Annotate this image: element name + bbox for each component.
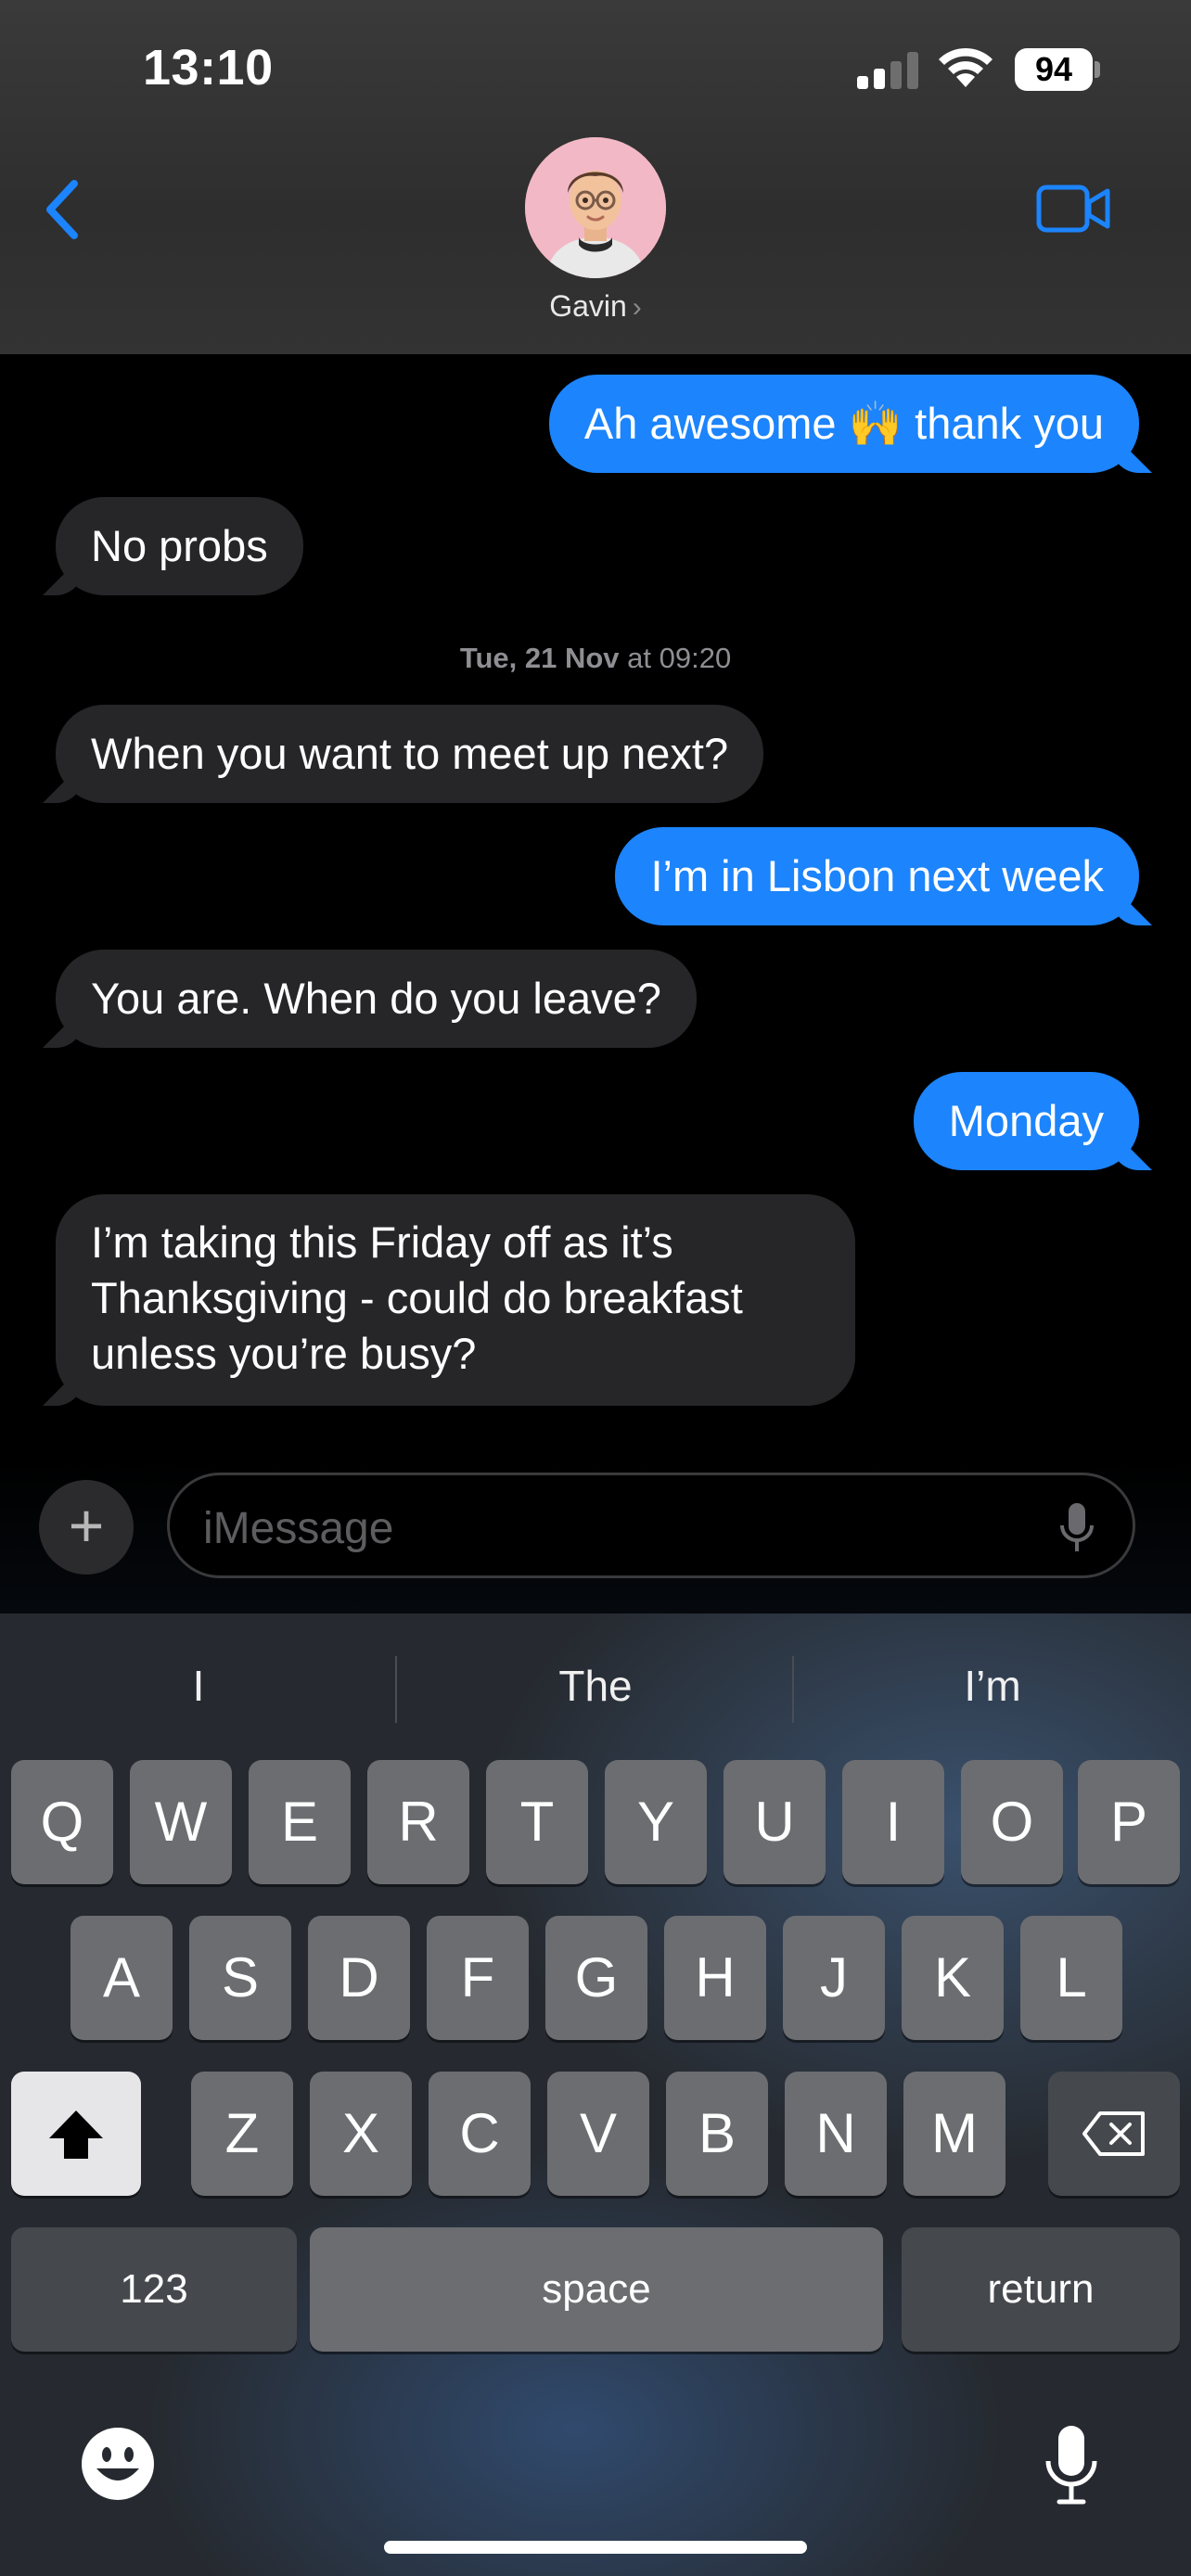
video-camera-icon[interactable] [1035,178,1113,239]
suggestion-1[interactable]: I [0,1649,397,1723]
back-chevron-icon[interactable] [37,174,93,245]
key-v[interactable]: V [547,2072,649,2196]
key-c[interactable]: C [429,2072,531,2196]
key-z[interactable]: Z [191,2072,293,2196]
key-y[interactable]: Y [605,1760,707,1884]
key-q[interactable]: Q [11,1760,113,1884]
key-b[interactable]: B [666,2072,768,2196]
keyboard: I The I’m Q W E R T Y U I O P A S D F G … [0,1613,1191,2576]
timestamp-day: Tue, 21 Nov [459,642,620,674]
message-bubble-outgoing[interactable]: Monday [913,1072,1139,1170]
shift-key[interactable] [11,2072,141,2196]
contact-name: Gavin [549,289,627,323]
status-time: 13:10 [143,40,274,96]
message-thread[interactable]: Ah awesome 🙌 thank you No probs Tue, 21 … [0,354,1191,1458]
key-t[interactable]: T [486,1760,588,1884]
home-indicator[interactable] [384,2541,807,2554]
message-bubble-outgoing[interactable]: Ah awesome 🙌 thank you [548,375,1139,473]
plus-icon[interactable]: + [39,1480,134,1575]
contact-name-button[interactable]: Gavin › [0,289,1191,324]
key-f[interactable]: F [427,1916,529,2040]
backspace-icon [1082,2111,1145,2156]
composer-bar: + iMessage [0,1458,1191,1613]
message-timestamp: Tue, 21 Nov at 09:20 [0,642,1191,675]
key-a[interactable]: A [70,1916,173,2040]
key-d[interactable]: D [308,1916,410,2040]
suggestion-2[interactable]: The [397,1649,794,1723]
shift-arrow-icon [49,2111,103,2159]
key-u[interactable]: U [724,1760,826,1884]
key-k[interactable]: K [902,1916,1004,2040]
key-g[interactable]: G [545,1916,647,2040]
key-x[interactable]: X [310,2072,412,2196]
key-h[interactable]: H [664,1916,766,2040]
numbers-key[interactable]: 123 [11,2227,297,2352]
key-p[interactable]: P [1078,1760,1180,1884]
message-bubble-incoming[interactable]: I’m taking this Friday off as it’s Thank… [56,1194,855,1406]
key-j[interactable]: J [783,1916,885,2040]
status-bar: 13:10 94 [0,0,1191,139]
key-w[interactable]: W [130,1760,232,1884]
key-l[interactable]: L [1020,1916,1122,2040]
battery-level: 94 [1015,48,1093,91]
key-i[interactable]: I [842,1760,944,1884]
wifi-icon [939,47,992,87]
timestamp-time: at 09:20 [627,642,732,674]
message-bubble-incoming[interactable]: You are. When do you leave? [56,950,697,1048]
predictive-bar: I The I’m [0,1649,1191,1723]
key-s[interactable]: S [189,1916,291,2040]
message-bubble-incoming[interactable]: When you want to meet up next? [56,705,764,803]
space-key[interactable]: space [310,2227,883,2352]
return-key[interactable]: return [902,2227,1180,2352]
dictation-microphone-icon[interactable] [1043,2422,1100,2507]
emoji-icon[interactable] [80,2426,156,2502]
conversation-header: 13:10 94 Gavin › [0,0,1191,354]
delete-key[interactable] [1048,2072,1180,2196]
key-o[interactable]: O [961,1760,1063,1884]
chevron-right-icon: › [632,292,642,323]
message-input[interactable]: iMessage [167,1473,1135,1578]
message-bubble-outgoing[interactable]: I’m in Lisbon next week [615,827,1139,925]
key-m[interactable]: M [903,2072,1005,2196]
battery-icon: 94 [1015,48,1100,91]
message-input-placeholder: iMessage [203,1504,394,1553]
key-r[interactable]: R [367,1760,469,1884]
cellular-signal-icon [857,52,920,89]
key-n[interactable]: N [785,2072,887,2196]
key-e[interactable]: E [249,1760,351,1884]
suggestion-3[interactable]: I’m [794,1649,1191,1723]
message-bubble-incoming[interactable]: No probs [56,497,303,595]
microphone-icon[interactable] [1058,1501,1095,1555]
contact-avatar[interactable] [525,137,666,278]
